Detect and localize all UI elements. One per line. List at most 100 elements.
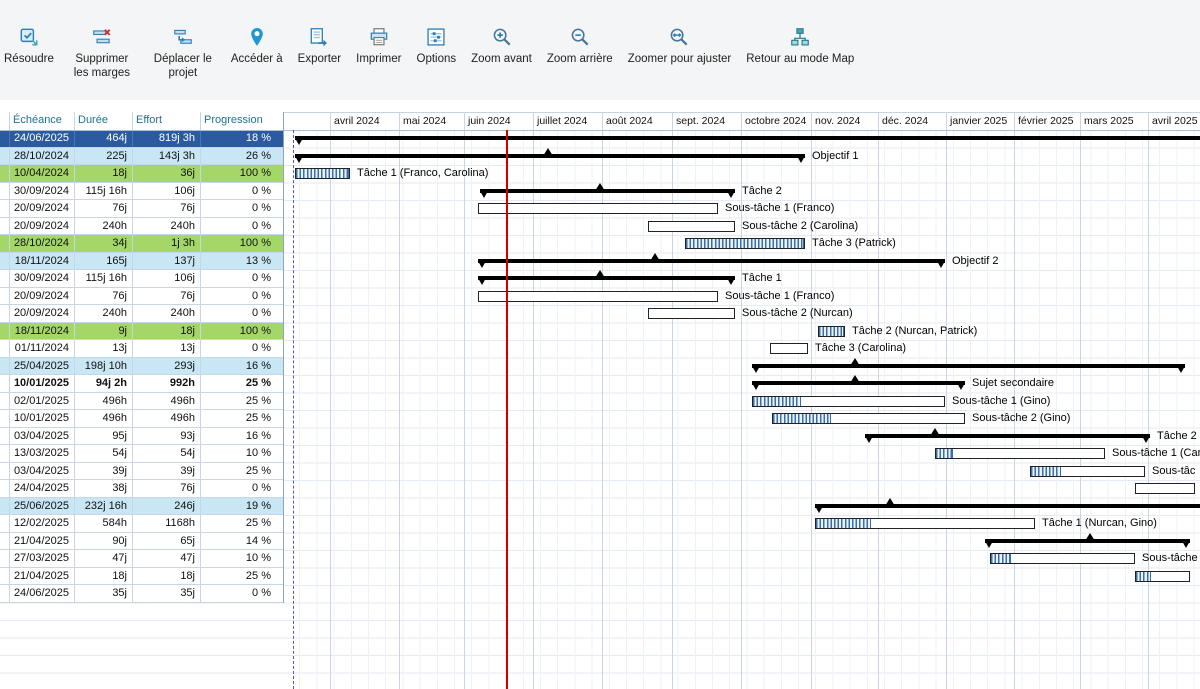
task-progress-hatch	[816, 519, 871, 528]
cell-progression: 25 %	[201, 463, 284, 480]
task-bar[interactable]	[478, 203, 718, 214]
summary-bar[interactable]	[865, 434, 1150, 438]
month-label: octobre 2024	[745, 115, 806, 127]
cell-echeance: 25/04/2025	[10, 358, 75, 375]
table-row[interactable]: 20/09/2024240h240h0 %	[0, 218, 283, 236]
task-bar[interactable]	[648, 308, 735, 319]
summary-bar[interactable]	[815, 504, 1200, 508]
summary-bar[interactable]	[478, 276, 735, 280]
gantt-row: Sous-tâche 2 (Gino)	[283, 410, 1200, 428]
task-bar[interactable]	[1135, 571, 1190, 582]
table-row[interactable]: 27/03/202547j47j10 %	[0, 550, 283, 568]
task-bar[interactable]	[990, 553, 1135, 564]
toolbar-button-remove-margins[interactable]: Supprimer les marges	[69, 26, 135, 81]
gantt-row: Sous-tâche 1 (Caro	[283, 445, 1200, 463]
cell-echeance: 10/01/2025	[10, 375, 75, 392]
table-corner-cell	[0, 112, 10, 130]
column-header-effort[interactable]: Effort	[133, 112, 201, 130]
task-bar[interactable]	[1030, 466, 1145, 477]
toolbar-button-go-to[interactable]: Accéder à	[231, 26, 283, 67]
table-row[interactable]: 28/10/2024225j143j 3h26 %	[0, 148, 283, 166]
toolbar-button-export[interactable]: Exporter	[298, 26, 341, 67]
table-row[interactable]: 03/04/202595j93j16 %	[0, 428, 283, 446]
toolbar-button-zoom-fit[interactable]: Zoomer pour ajuster	[628, 26, 732, 67]
summary-bar[interactable]	[478, 259, 945, 263]
table-row[interactable]: 30/09/2024115j 16h106j0 %	[0, 183, 283, 201]
column-header-duree[interactable]: Durée	[75, 112, 133, 130]
cell-effort: 76j	[133, 200, 201, 217]
cell-progression: 100 %	[201, 323, 284, 340]
table-row[interactable]: 30/09/2024115j 16h106j0 %	[0, 270, 283, 288]
gantt-bar-label: Objectif 2	[952, 253, 998, 270]
summary-bar[interactable]	[752, 364, 1185, 368]
export-icon	[308, 26, 330, 48]
gantt-row: Tâche 2	[283, 428, 1200, 446]
task-progress-hatch	[991, 554, 1011, 563]
toolbar-button-map-mode[interactable]: Retour au mode Map	[746, 26, 854, 67]
toolbar-button-resolve[interactable]: Résoudre	[4, 26, 54, 67]
table-row[interactable]: 24/06/202535j35j0 %	[0, 585, 283, 603]
task-bar[interactable]	[1135, 483, 1195, 494]
table-row[interactable]: 18/11/20249j18j100 %	[0, 323, 283, 341]
row-marker-cell	[0, 550, 10, 567]
cell-progression: 25 %	[201, 515, 284, 532]
task-bar[interactable]	[770, 343, 808, 354]
toolbar-button-zoom-out[interactable]: Zoom arrière	[547, 26, 613, 67]
toolbar-button-label: Zoomer pour ajuster	[628, 53, 732, 67]
table-row[interactable]: 25/04/2025198j 10h293j16 %	[0, 358, 283, 376]
print-icon	[368, 26, 390, 48]
toolbar-button-print[interactable]: Imprimer	[356, 26, 401, 67]
task-bar[interactable]	[772, 413, 965, 424]
summary-bar[interactable]	[480, 189, 735, 193]
table-row[interactable]: 03/04/202539j39j25 %	[0, 463, 283, 481]
task-bar[interactable]	[935, 448, 1105, 459]
summary-peak-marker	[543, 148, 553, 156]
summary-end-cap	[957, 383, 965, 390]
table-row[interactable]: 21/04/202518j18j25 %	[0, 568, 283, 586]
toolbar-button-options[interactable]: Options	[417, 26, 457, 67]
gantt-row: Tâche 1 (Franco, Carolina)	[283, 165, 1200, 183]
summary-bar[interactable]	[295, 136, 1200, 140]
table-row[interactable]: 20/09/202476j76j0 %	[0, 288, 283, 306]
gantt-bar-label: Sous-tâche 2 (Gino)	[972, 410, 1070, 427]
cell-echeance: 21/04/2025	[10, 568, 75, 585]
table-row[interactable]: 10/04/202418j36j100 %	[0, 165, 283, 183]
gantt-bar-label: Tâche 1 (Franco, Carolina)	[357, 165, 488, 182]
table-row[interactable]: 01/11/202413j13j0 %	[0, 340, 283, 358]
task-bar[interactable]	[752, 396, 945, 407]
toolbar-button-zoom-in[interactable]: Zoom avant	[471, 26, 532, 67]
table-row[interactable]: 18/11/2024165j137j13 %	[0, 253, 283, 271]
table-row[interactable]: 28/10/202434j1j 3h100 %	[0, 235, 283, 253]
gantt-bar-label: Sous-tâche 1 (Franco)	[725, 200, 834, 217]
cell-echeance: 25/06/2025	[10, 498, 75, 515]
table-row[interactable]: 25/06/2025232j 16h246j19 %	[0, 498, 283, 516]
table-row[interactable]: 20/09/2024240h240h0 %	[0, 305, 283, 323]
cell-effort: 36j	[133, 165, 201, 182]
cell-duree: 584h	[75, 515, 133, 532]
cell-effort: 106j	[133, 183, 201, 200]
table-row[interactable]: 24/04/202538j76j0 %	[0, 480, 283, 498]
column-header-progression[interactable]: Progression	[201, 112, 284, 130]
toolbar-button-move-project[interactable]: Déplacer le projet	[150, 26, 216, 81]
row-marker-cell	[0, 270, 10, 287]
table-row[interactable]: 21/04/202590j65j14 %	[0, 533, 283, 551]
table-row[interactable]: 24/06/2025464j819j 3h18 %	[0, 130, 283, 148]
cell-echeance: 01/11/2024	[10, 340, 75, 357]
column-header-echeance[interactable]: Échéance	[10, 112, 75, 130]
table-row[interactable]: 12/02/2025584h1168h25 %	[0, 515, 283, 533]
table-row[interactable]: 02/01/2025496h496h25 %	[0, 393, 283, 411]
task-bar[interactable]	[818, 326, 845, 337]
toolbar-button-label: Imprimer	[356, 53, 401, 67]
table-row[interactable]: 20/09/202476j76j0 %	[0, 200, 283, 218]
task-bar[interactable]	[295, 168, 350, 179]
table-row[interactable]: 10/01/2025496h496h25 %	[0, 410, 283, 428]
table-row[interactable]: 10/01/202594j 2h992h25 %	[0, 375, 283, 393]
summary-end-cap	[1142, 436, 1150, 443]
task-bar[interactable]	[648, 221, 735, 232]
task-bar[interactable]	[685, 238, 805, 249]
table-row[interactable]: 13/03/202554j54j10 %	[0, 445, 283, 463]
task-bar[interactable]	[815, 518, 1035, 529]
toolbar-button-label: Options	[417, 53, 457, 67]
cell-duree: 13j	[75, 340, 133, 357]
task-bar[interactable]	[478, 291, 718, 302]
